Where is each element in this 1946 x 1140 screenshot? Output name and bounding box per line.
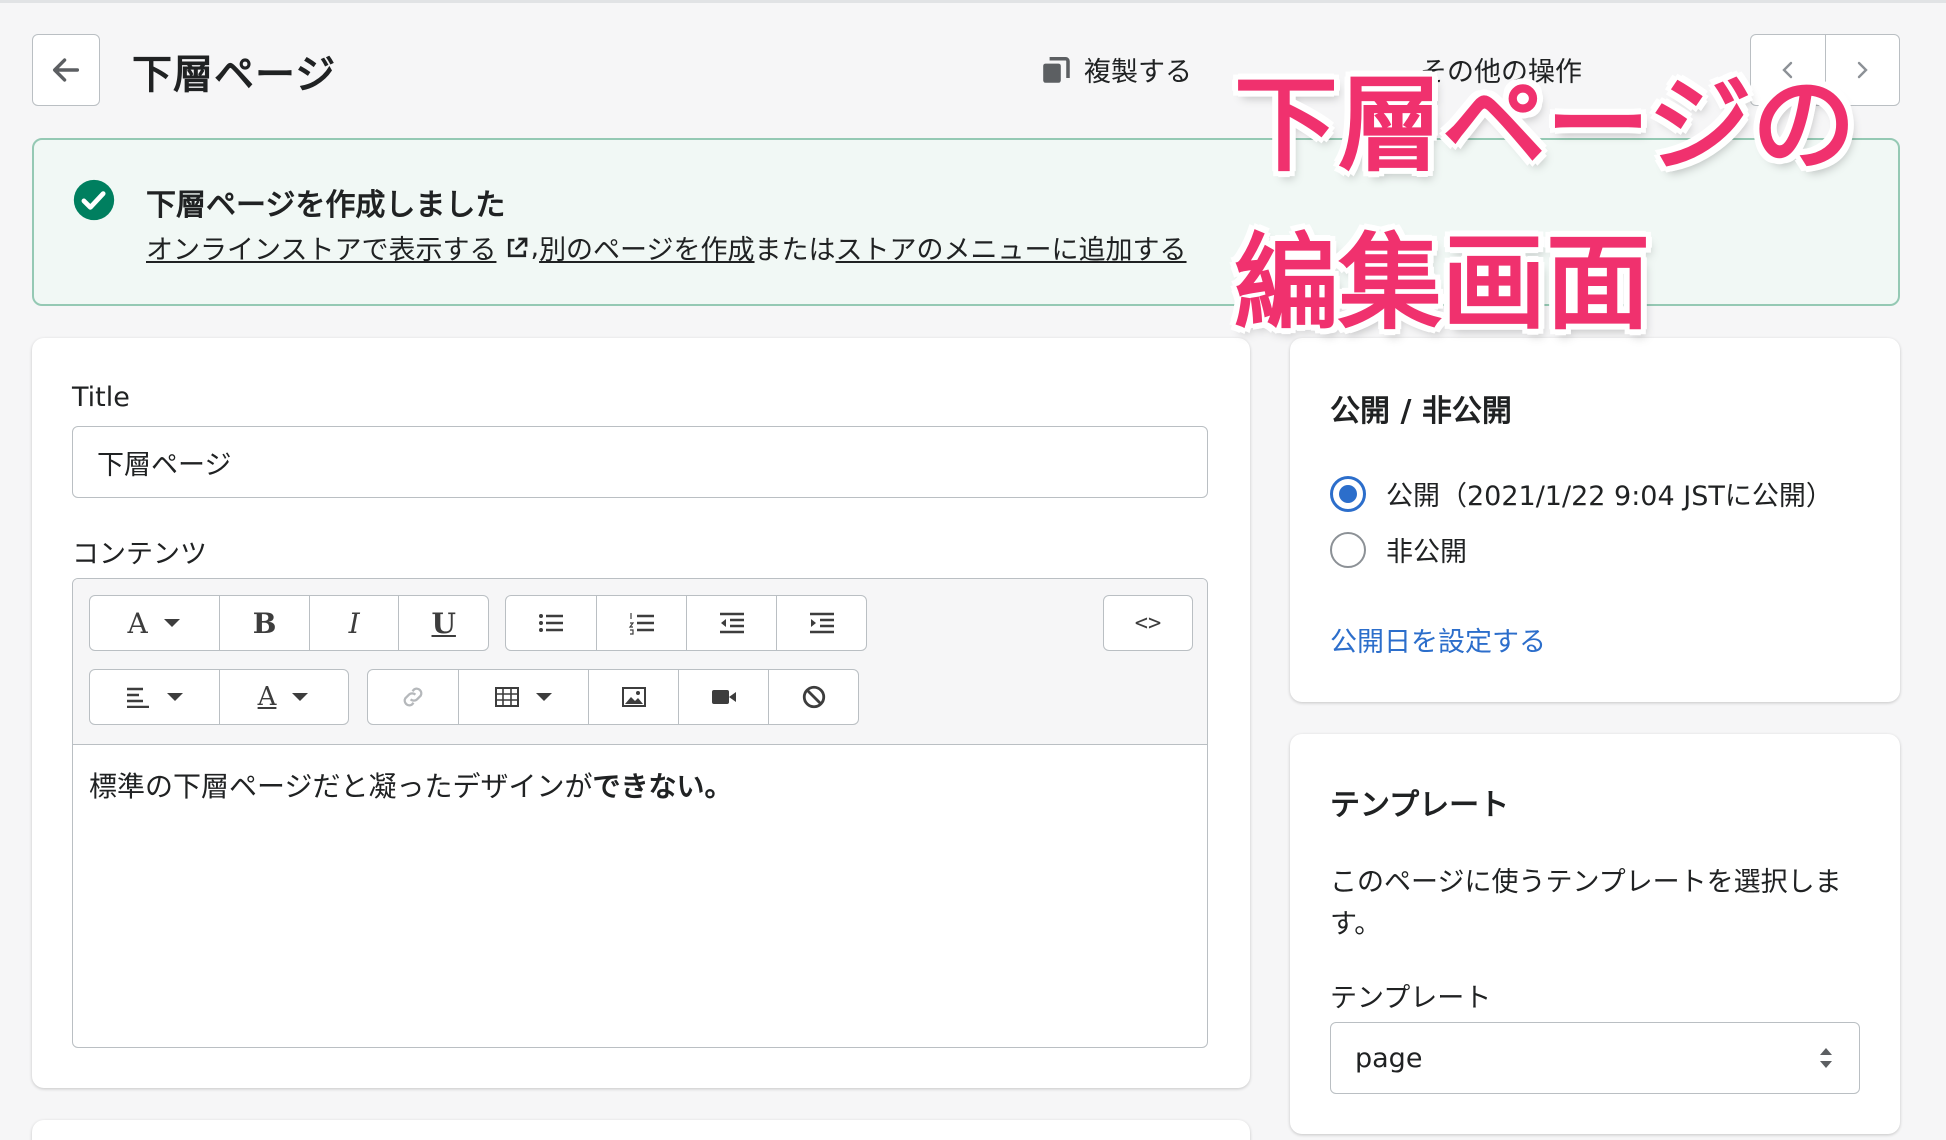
text-color-dropdown[interactable]: A — [219, 670, 348, 724]
list-group — [505, 595, 867, 651]
title-label: Title — [72, 382, 130, 413]
link-icon — [403, 687, 423, 707]
format-group: A B I U — [89, 595, 489, 651]
html-view-button[interactable]: <> — [1104, 596, 1192, 650]
template-description: このページに使うテンプレートを選択します。 — [1330, 867, 1842, 940]
radio-hidden-label: 非公開 — [1386, 537, 1467, 568]
align-dropdown[interactable] — [90, 670, 219, 724]
image-icon — [621, 687, 646, 707]
select-arrows-icon — [1820, 1048, 1832, 1068]
duplicate-label: 複製する — [1084, 57, 1192, 88]
template-select-value: page — [1355, 1042, 1423, 1074]
align-left-icon — [126, 687, 149, 708]
radio-hidden-indicator[interactable] — [1330, 531, 1366, 568]
video-icon — [711, 690, 736, 704]
font-style-label: A — [127, 606, 148, 640]
numbered-list-button[interactable] — [596, 596, 686, 650]
text-color-icon: A — [257, 682, 277, 712]
page-content-card: Title 下層ページ コンテンツ A B I U <> A 標準の下層ページだ… — [32, 338, 1250, 1088]
radio-published-indicator[interactable] — [1330, 475, 1366, 512]
external-link-icon[interactable] — [504, 235, 530, 261]
font-style-dropdown[interactable]: A — [90, 596, 219, 650]
table-dropdown[interactable] — [458, 670, 588, 724]
outdent-icon — [719, 612, 744, 634]
template-select[interactable]: page — [1330, 1022, 1860, 1094]
link-button[interactable] — [368, 670, 458, 724]
create-another-page-link[interactable]: 別のページを作成 — [539, 228, 754, 267]
rich-text-editor: A B I U <> A 標準の下層ページだと凝ったデザインができない。 — [72, 578, 1208, 1048]
duplicate-button[interactable]: 複製する — [1040, 50, 1192, 89]
set-publish-date-link[interactable]: 公開日を設定する — [1330, 620, 1546, 659]
overlay-annotation-line1: 下層ページの — [1234, 64, 1856, 186]
caret-down-icon — [163, 619, 180, 627]
editor-content[interactable]: 標準の下層ページだと凝ったデザインができない。 — [89, 765, 732, 805]
bullet-list-icon — [539, 614, 563, 632]
add-to-menu-link[interactable]: ストアのメニューに追加する — [836, 228, 1187, 267]
template-card: テンプレート このページに使うテンプレートを選択します。 テンプレート page — [1290, 734, 1900, 1134]
insert-group — [367, 669, 859, 725]
banner-middle-text: または — [754, 235, 836, 266]
insert-image-button[interactable] — [588, 670, 678, 724]
next-card — [32, 1120, 1250, 1140]
bold-button[interactable]: B — [219, 596, 309, 650]
top-divider — [0, 0, 1946, 3]
caret-down-icon — [535, 693, 552, 701]
page-title: 下層ページ — [132, 52, 337, 98]
check-circle-icon — [73, 179, 115, 221]
table-icon — [494, 687, 519, 707]
html-group: <> — [1103, 595, 1193, 651]
indent-icon — [809, 612, 834, 634]
underline-button[interactable]: U — [398, 596, 488, 650]
content-text: 標準の下層ページだと凝ったデザインが — [89, 770, 593, 803]
insert-video-button[interactable] — [678, 670, 768, 724]
bullet-list-button[interactable] — [506, 596, 596, 650]
arrow-left-icon — [52, 58, 80, 82]
caret-down-icon — [166, 693, 183, 701]
title-input[interactable]: 下層ページ — [72, 426, 1208, 498]
radio-published-label: 公開（2021/1/22 9:04 JSTに公開） — [1386, 481, 1833, 512]
outdent-button[interactable] — [686, 596, 776, 650]
banner-separator: , — [530, 232, 540, 263]
italic-button[interactable]: I — [308, 596, 399, 650]
radio-hidden[interactable]: 非公開 — [1330, 530, 1467, 569]
content-label: コンテンツ — [72, 539, 207, 570]
template-title: テンプレート — [1330, 788, 1510, 823]
caret-down-icon — [292, 693, 309, 701]
radio-published[interactable]: 公開（2021/1/22 9:04 JSTに公開） — [1330, 474, 1833, 513]
back-button[interactable] — [32, 34, 100, 106]
content-text-bold: できない。 — [592, 770, 733, 803]
view-in-store-link[interactable]: オンラインストアで表示する — [146, 228, 496, 267]
clear-formatting-button[interactable] — [768, 670, 858, 724]
indent-button[interactable] — [776, 596, 866, 650]
overlay-annotation-line2: 編集画面 — [1234, 222, 1651, 344]
banner-links: オンラインストアで表示する , 別のページを作成 または ストアのメニューに追加… — [146, 228, 1187, 267]
align-color-group: A — [89, 669, 349, 725]
visibility-card: 公開 / 非公開 公開（2021/1/22 9:04 JSTに公開） 非公開 公… — [1290, 338, 1900, 702]
banner-title: 下層ページを作成しました — [146, 188, 506, 223]
numbered-list-icon — [628, 613, 654, 635]
visibility-title: 公開 / 非公開 — [1330, 394, 1512, 429]
editor-toolbar: A B I U <> A — [73, 579, 1207, 745]
clear-format-icon — [802, 685, 825, 709]
duplicate-icon — [1043, 56, 1070, 83]
template-select-label: テンプレート — [1330, 983, 1492, 1014]
